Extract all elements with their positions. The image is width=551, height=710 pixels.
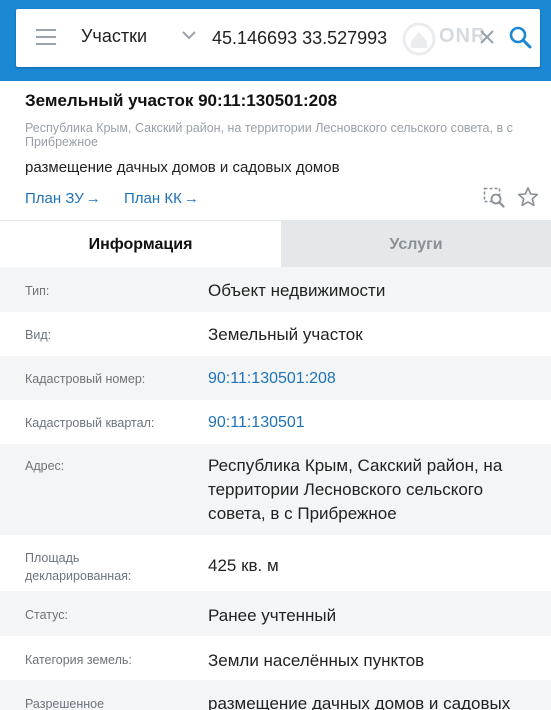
tab-information[interactable]: Информация xyxy=(0,221,281,268)
page-title: Земельный участок 90:11:130501:208 xyxy=(25,91,338,110)
category-select[interactable]: Участки xyxy=(81,26,147,47)
info-row-type: Тип: Объект недвижимости xyxy=(0,267,551,312)
plan-zu-label: План ЗУ xyxy=(25,190,84,207)
info-row-land-category: Категория земель: Земли населённых пункт… xyxy=(0,636,551,680)
plan-zu-link[interactable]: План ЗУ → xyxy=(25,190,101,207)
row-value: Земельный участок xyxy=(208,325,363,344)
search-icon[interactable] xyxy=(508,25,532,49)
arrow-right-icon: → xyxy=(85,190,101,207)
info-row-cadastral-quarter: Кадастровый квартал: 90:11:130501 xyxy=(0,400,551,444)
plan-kk-link[interactable]: План КК → xyxy=(124,190,199,207)
row-label: Разрешенное xyxy=(25,697,105,710)
tab-bar: Информация Услуги xyxy=(0,220,551,268)
info-row-address: Адрес: Республика Крым, Сакский район, н… xyxy=(0,444,551,535)
star-icon[interactable] xyxy=(517,186,539,208)
row-label: Категория земель: xyxy=(25,653,132,667)
parcel-use: размещение дачных домов и садовых домов xyxy=(25,159,340,176)
row-label: Площадь декларированная: xyxy=(25,551,132,583)
row-label: Кадастровый квартал: xyxy=(25,416,155,430)
map-search-icon[interactable] xyxy=(483,186,505,208)
chevron-down-icon[interactable] xyxy=(182,31,196,40)
row-value: Объект недвижимости xyxy=(208,281,386,300)
info-row-status: Статус: Ранее учтенный xyxy=(0,591,551,636)
top-bar: Участки ONR xyxy=(0,0,551,81)
row-value: 425 кв. м xyxy=(208,556,279,575)
row-label: Статус: xyxy=(25,608,68,622)
info-row-cadastral-number: Кадастровый номер: 90:11:130501:208 xyxy=(0,356,551,400)
row-value: Земли населённых пунктов xyxy=(208,651,425,670)
row-value: размещение дачных домов и садовых xyxy=(208,694,511,710)
info-row-area: Площадь декларированная: 425 кв. м xyxy=(0,535,551,591)
row-label: Вид: xyxy=(25,328,52,342)
row-label: Кадастровый номер: xyxy=(25,372,146,386)
row-label: Адрес: xyxy=(25,459,65,473)
row-value: Ранее учтенный xyxy=(208,606,337,625)
row-value: Республика Крым, Сакский район, на терри… xyxy=(208,456,503,523)
tab-services[interactable]: Услуги xyxy=(281,221,551,268)
parcel-address: Республика Крым, Сакский район, на терри… xyxy=(25,121,513,149)
info-row-permitted-use: Разрешенное размещение дачных домов и са… xyxy=(0,680,551,710)
arrow-right-icon: → xyxy=(183,190,199,207)
cadastral-number-link[interactable]: 90:11:130501:208 xyxy=(208,367,538,391)
search-box: Участки ONR xyxy=(16,9,540,67)
row-label: Тип: xyxy=(25,284,50,298)
cadastral-quarter-link[interactable]: 90:11:130501 xyxy=(208,411,538,435)
info-row-kind: Вид: Земельный участок xyxy=(0,312,551,356)
plan-kk-label: План КК xyxy=(124,190,182,207)
menu-icon[interactable] xyxy=(36,29,56,45)
close-icon[interactable] xyxy=(478,28,496,46)
